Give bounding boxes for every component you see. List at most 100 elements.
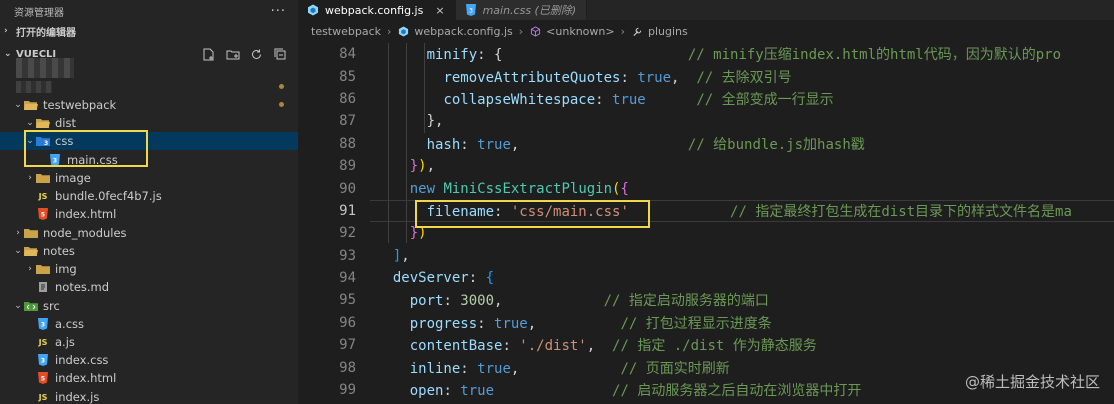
tree-item-label: notes.md	[55, 280, 110, 294]
css-file-icon: 3	[465, 4, 477, 16]
html-file-icon: 5	[36, 372, 50, 384]
cube-icon	[529, 25, 541, 37]
code-line[interactable]: 89 }),	[298, 155, 1114, 177]
new-folder-icon[interactable]	[225, 47, 240, 62]
breadcrumb-item[interactable]: plugins	[648, 25, 688, 38]
code-text: contentBase: './dist', // 指定 ./dist 作为静态…	[409, 338, 817, 355]
line-number: 91	[339, 202, 356, 219]
code-line[interactable]: 87 },	[298, 110, 1114, 132]
code-line[interactable]: 85 removeAttributeQuotes: true, // 去除双引号	[298, 65, 1114, 87]
code-line[interactable]: 93 ],	[298, 245, 1114, 267]
js-file-icon: JS	[38, 392, 48, 402]
code-text: },	[376, 113, 444, 130]
folder-src-icon	[24, 300, 38, 312]
js-file-icon: JS	[38, 337, 48, 347]
code-text: progress: true, // 打包过程显示进度条	[409, 315, 772, 332]
code-text: collapseWhitespace: true // 全部变成一行显示	[443, 91, 834, 108]
folder-open-icon	[24, 245, 38, 257]
tree-item-label: image	[55, 171, 91, 185]
annotation-highlight-box	[415, 200, 650, 228]
breadcrumb-item[interactable]: testwebpack	[311, 25, 381, 38]
tree-item-label: index.html	[55, 371, 117, 385]
tree-item[interactable]: › img	[0, 260, 298, 278]
line-number: 97	[339, 337, 356, 354]
chevron-down-icon[interactable]: ⌄	[24, 118, 36, 128]
breadcrumb-item[interactable]: webpack.config.js	[414, 25, 512, 38]
wrench-icon	[631, 25, 643, 37]
tree-item[interactable]: 3 a.css	[0, 315, 298, 333]
chevron-down-icon: ⌄	[4, 49, 12, 59]
tree-item-label: dist	[55, 116, 76, 130]
ellipsis-icon[interactable]: ···	[271, 4, 286, 19]
collapse-all-icon[interactable]	[273, 47, 288, 62]
line-number: 87	[339, 113, 356, 130]
chevron-down-icon[interactable]: ⌄	[12, 100, 24, 110]
close-icon[interactable]: ×	[435, 4, 444, 17]
tree-item[interactable]: JS a.js	[0, 333, 298, 351]
code-text: devServer: {	[392, 270, 495, 287]
line-number: 84	[339, 46, 356, 63]
line-number: 86	[339, 90, 356, 107]
tree-item[interactable]: › node_modules	[0, 224, 298, 242]
svg-text:3: 3	[41, 322, 45, 329]
js-file-icon: JS	[38, 191, 48, 201]
explorer-header: 资源管理器 ···	[0, 0, 298, 22]
tree-item[interactable]: ⌄ notes	[0, 242, 298, 260]
tree-item[interactable]: 5 index.html	[0, 369, 298, 387]
code-line[interactable]: 95 port: 3000, // 指定启动服务器的端口	[298, 289, 1114, 311]
open-editors-section[interactable]: › 打开的编辑器	[0, 22, 298, 40]
explorer-title: 资源管理器	[14, 7, 64, 19]
line-number: 90	[339, 180, 356, 197]
tree-item-label: src	[43, 299, 60, 313]
line-number: 96	[339, 314, 356, 331]
tab-bar: webpack.config.js × 3 main.css (已删除)	[298, 0, 1114, 20]
tab-label: webpack.config.js	[325, 3, 424, 17]
code-text: inline: true, // 页面实时刷新	[409, 360, 730, 377]
code-line[interactable]: 88 hash: true, // 给bundle.js加hash戳	[298, 133, 1114, 155]
tree-item-label: index.html	[55, 207, 117, 221]
chevron-right-icon[interactable]: ›	[24, 264, 36, 274]
code-text: removeAttributeQuotes: true, // 去除双引号	[443, 69, 792, 86]
code-line[interactable]: 97 contentBase: './dist', // 指定 ./dist 作…	[298, 334, 1114, 356]
tree-item[interactable]: notes.md	[0, 278, 298, 296]
tree-item[interactable]: JS index.js	[0, 388, 298, 404]
breadcrumb-item[interactable]: <unknown>	[546, 25, 614, 38]
md-file-icon	[36, 281, 50, 293]
svg-text:5: 5	[41, 376, 45, 383]
line-number: 85	[339, 68, 356, 85]
tree-item[interactable]: ⌄ src	[0, 297, 298, 315]
chevron-down-icon[interactable]: ⌄	[12, 246, 24, 256]
code-line[interactable]: 86 collapseWhitespace: true // 全部变成一行显示	[298, 88, 1114, 110]
line-number: 94	[339, 270, 356, 287]
code-text: hash: true, // 给bundle.js加hash戳	[426, 136, 865, 153]
code-line[interactable]: 84 minify: { // minify压缩index.html的html代…	[298, 43, 1114, 65]
code-line[interactable]: 94 devServer: {	[298, 267, 1114, 289]
new-file-icon[interactable]	[201, 47, 216, 62]
tree-item-label: testwebpack	[43, 98, 117, 112]
css-file-icon: 3	[36, 354, 50, 366]
line-number: 88	[339, 135, 356, 152]
chevron-right-icon: ›	[4, 26, 8, 36]
tree-item[interactable]: 5 index.html	[0, 205, 298, 223]
chevron-right-icon[interactable]: ›	[24, 173, 36, 183]
blurred-item	[16, 58, 74, 78]
tree-item[interactable]: › image	[0, 169, 298, 187]
tab-main-css[interactable]: 3 main.css (已删除)	[455, 0, 588, 20]
folder-open-icon	[36, 117, 50, 129]
line-number: 98	[339, 359, 356, 376]
refresh-icon[interactable]	[249, 47, 264, 62]
tree-item[interactable]: 3 index.css	[0, 351, 298, 369]
code-line[interactable]: 96 progress: true, // 打包过程显示进度条	[298, 312, 1114, 334]
line-number: 89	[339, 158, 356, 175]
breadcrumb: testwebpack › webpack.config.js › <unkno…	[298, 20, 1114, 42]
svg-text:3: 3	[41, 358, 45, 365]
tree-item[interactable]: ⌄ testwebpack	[0, 96, 298, 114]
chevron-right-icon[interactable]: ›	[12, 228, 24, 238]
line-number: 92	[339, 225, 356, 242]
tree-item[interactable]: JS bundle.0fecf4b7.js	[0, 187, 298, 205]
code-line[interactable]: 90 new MiniCssExtractPlugin({	[298, 177, 1114, 199]
chevron-down-icon[interactable]: ⌄	[12, 301, 24, 311]
code-text: open: true // 启动服务器之后自动在浏览器中打开	[409, 383, 862, 400]
tab-webpack-config[interactable]: webpack.config.js ×	[298, 0, 456, 20]
chevron-right-icon: ›	[620, 24, 625, 38]
